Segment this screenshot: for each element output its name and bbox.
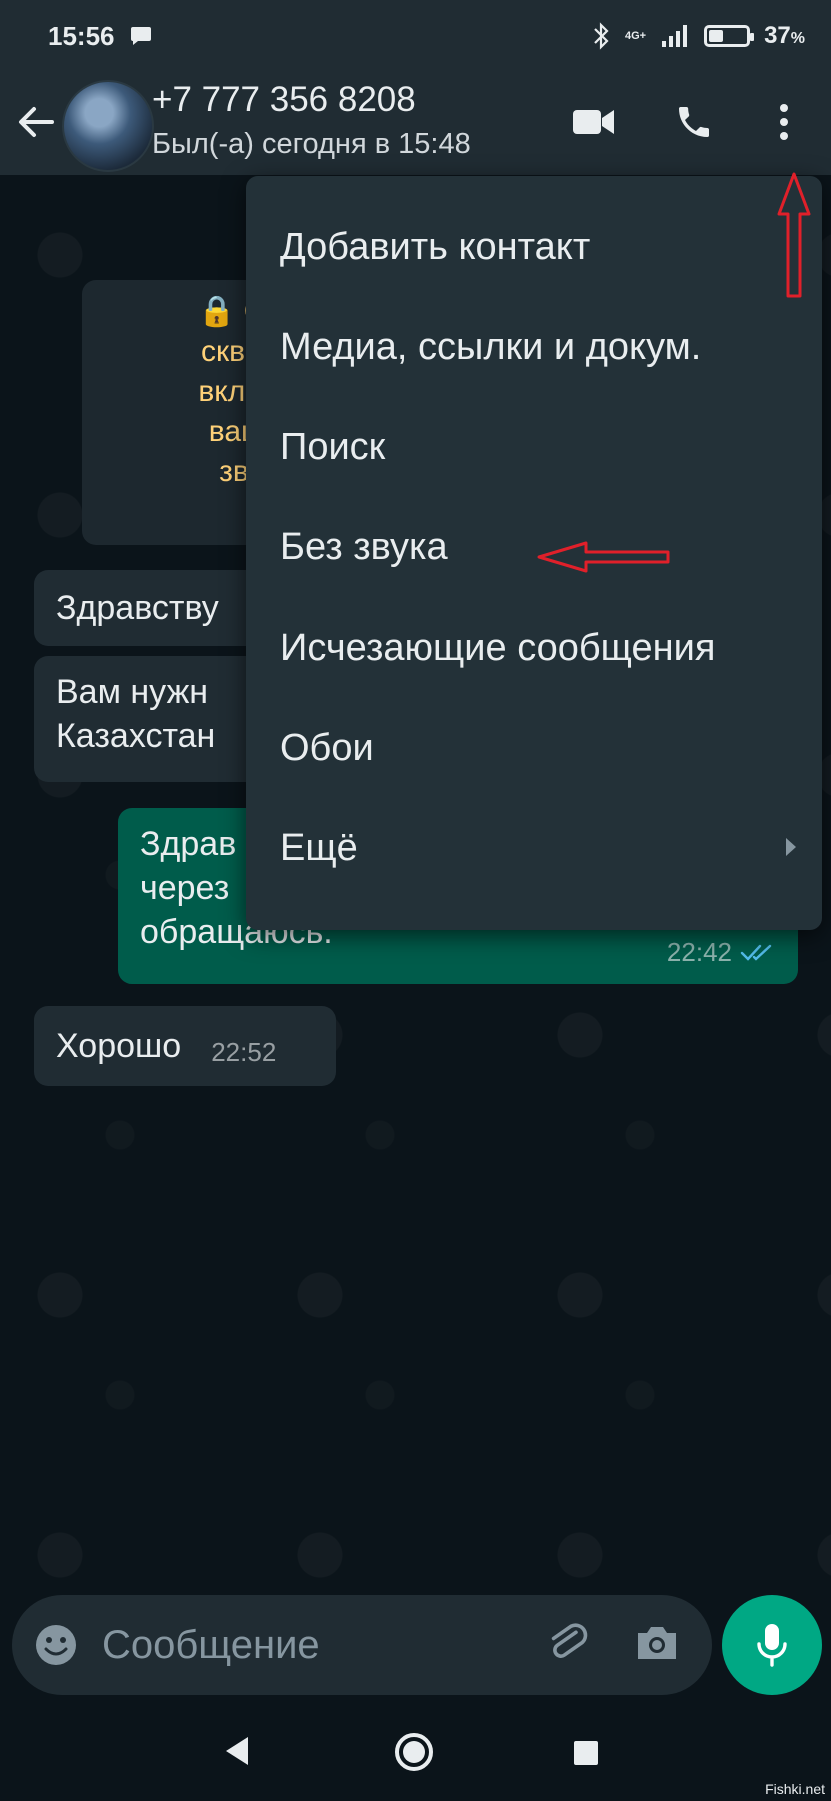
message-composer [12,1595,712,1695]
menu-item-disappearing-messages[interactable]: Исчезающие сообщения [280,603,800,693]
status-time: 15:56 [48,20,115,51]
voice-call-button[interactable] [668,96,720,148]
chevron-right-icon [786,838,796,856]
nav-recents-icon[interactable] [572,1739,600,1767]
contact-status: Был(-а) сегодня в 15:48 [152,128,471,160]
status-bar: 15:56 4G+ 37% [0,0,831,72]
message-text: Хорошо [56,1027,182,1065]
avatar[interactable] [62,80,154,172]
menu-item-wallpaper[interactable]: Обои [280,703,800,793]
network-type: 4G+ [624,29,647,42]
video-call-icon [573,110,614,134]
contact-info[interactable]: +7 777 356 8208 Был(-а) сегодня в 15:48 [152,78,471,164]
phone-icon [679,107,709,137]
camera-icon[interactable] [634,1621,680,1665]
annotation-arrow-up-icon [777,172,811,298]
back-arrow-icon[interactable] [14,100,58,144]
video-call-button[interactable] [568,96,620,148]
signal-icon [662,25,688,47]
more-options-button[interactable] [758,96,810,148]
chat-header: +7 777 356 8208 Был(-а) сегодня в 15:48 [0,72,831,175]
more-vert-icon [780,104,788,140]
mic-icon [757,1624,787,1667]
nav-back-icon[interactable] [222,1735,252,1767]
bluetooth-icon [594,22,609,50]
message-input[interactable] [102,1615,522,1675]
message-time: 22:52 [211,1037,277,1067]
annotation-arrow-left-icon [537,541,670,573]
menu-item-media-links-docs[interactable]: Медиа, ссылки и докум. [280,302,800,392]
contact-name: +7 777 356 8208 [152,80,416,119]
battery-level: 37% [764,22,805,49]
message-bubble-incoming[interactable]: Хорошо 22:52 [34,1006,336,1086]
message-meta: 22:42 [667,930,774,974]
battery-icon [704,25,755,47]
double-check-icon [740,944,772,961]
overflow-menu: Добавить контакт Медиа, ссылки и докум. … [246,176,822,930]
emoji-icon[interactable] [34,1623,78,1667]
nav-home-icon[interactable] [393,1731,435,1773]
attach-icon[interactable] [544,1619,592,1667]
watermark: Fishki.net [765,1781,825,1797]
chat-bubble-icon [130,27,151,45]
voice-message-button[interactable] [722,1595,822,1695]
menu-item-add-contact[interactable]: Добавить контакт [280,202,800,292]
system-nav-bar [0,1705,831,1801]
menu-item-more-label: Ещё [280,826,358,869]
menu-item-search[interactable]: Поиск [280,402,800,492]
menu-item-more[interactable]: Ещё [280,803,800,893]
message-time: 22:42 [666,937,732,967]
